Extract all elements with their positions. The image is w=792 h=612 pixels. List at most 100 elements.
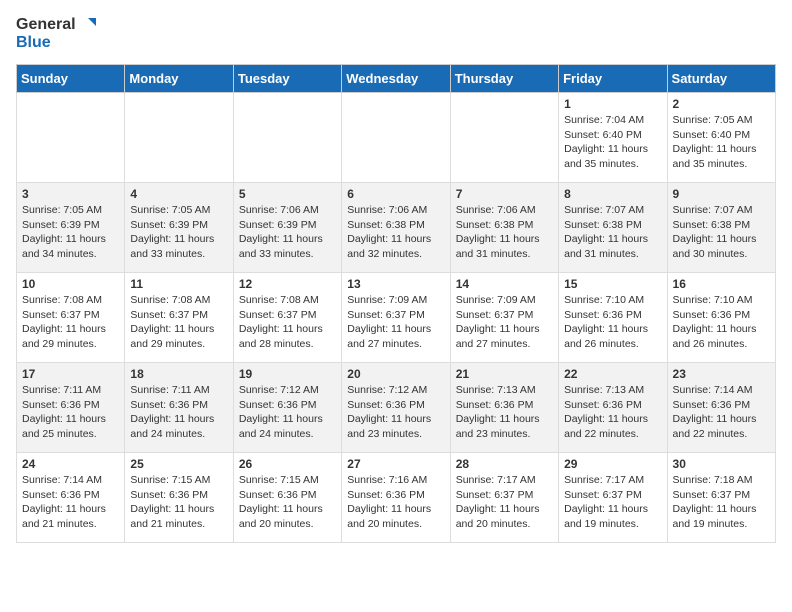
- day-info: Sunrise: 7:11 AM Sunset: 6:36 PM Dayligh…: [22, 383, 119, 442]
- calendar-table: SundayMondayTuesdayWednesdayThursdayFrid…: [16, 64, 776, 543]
- day-number: 9: [673, 187, 770, 201]
- day-header-tuesday: Tuesday: [233, 65, 341, 93]
- day-info: Sunrise: 7:16 AM Sunset: 6:36 PM Dayligh…: [347, 473, 444, 532]
- calendar-cell: 6 Sunrise: 7:06 AM Sunset: 6:38 PM Daylig…: [342, 183, 450, 273]
- day-info: Sunrise: 7:08 AM Sunset: 6:37 PM Dayligh…: [130, 293, 227, 352]
- day-info: Sunrise: 7:08 AM Sunset: 6:37 PM Dayligh…: [239, 293, 336, 352]
- calendar-header-row: SundayMondayTuesdayWednesdayThursdayFrid…: [17, 65, 776, 93]
- day-info: Sunrise: 7:04 AM Sunset: 6:40 PM Dayligh…: [564, 113, 661, 172]
- calendar-cell: 14Sunrise: 7:09 AM Sunset: 6:37 PM Dayli…: [450, 273, 558, 363]
- calendar-cell: 3Sunrise: 7:05 AM Sunset: 6:39 PM Daylig…: [17, 183, 125, 273]
- day-info: Sunrise: 7:14 AM Sunset: 6:36 PM Dayligh…: [22, 473, 119, 532]
- day-header-saturday: Saturday: [667, 65, 775, 93]
- day-info: Sunrise: 7:09 AM Sunset: 6:37 PM Dayligh…: [456, 293, 553, 352]
- day-info: Sunrise: 7:17 AM Sunset: 6:37 PM Dayligh…: [456, 473, 553, 532]
- day-number: 28: [456, 457, 553, 471]
- calendar-cell: 29 Sunrise: 7:17 AM Sunset: 6:37 PM Dayli…: [559, 453, 667, 543]
- calendar-cell: 18 Sunrise: 7:11 AM Sunset: 6:36 PM Dayli…: [125, 363, 233, 453]
- calendar-cell: 23Sunrise: 7:14 AM Sunset: 6:36 PM Dayli…: [667, 363, 775, 453]
- day-info: Sunrise: 7:06 AM Sunset: 6:38 PM Dayligh…: [347, 203, 444, 262]
- day-info: Sunrise: 7:12 AM Sunset: 6:36 PM Dayligh…: [347, 383, 444, 442]
- calendar-cell: [450, 93, 558, 183]
- calendar-cell: [342, 93, 450, 183]
- day-info: Sunrise: 7:06 AM Sunset: 6:39 PM Dayligh…: [239, 203, 336, 262]
- calendar-cell: 10 Sunrise: 7:08 AM Sunset: 6:37 PM Dayli…: [17, 273, 125, 363]
- calendar-cell: 25 Sunrise: 7:15 AM Sunset: 6:36 PM Dayli…: [125, 453, 233, 543]
- calendar-cell: 12Sunrise: 7:08 AM Sunset: 6:37 PM Dayli…: [233, 273, 341, 363]
- day-number: 11: [130, 277, 227, 291]
- day-number: 6: [347, 187, 444, 201]
- day-number: 13: [347, 277, 444, 291]
- calendar-week-4: 17 Sunrise: 7:11 AM Sunset: 6:36 PM Dayli…: [17, 363, 776, 453]
- day-info: Sunrise: 7:09 AM Sunset: 6:37 PM Dayligh…: [347, 293, 444, 352]
- day-number: 19: [239, 367, 336, 381]
- day-number: 15: [564, 277, 661, 291]
- calendar-week-3: 10 Sunrise: 7:08 AM Sunset: 6:37 PM Dayli…: [17, 273, 776, 363]
- page-header: General Blue: [16, 16, 776, 52]
- day-number: 7: [456, 187, 553, 201]
- calendar-week-2: 3 Sunrise: 7:05 AM Sunset: 6:39 PM Daylig…: [17, 183, 776, 273]
- day-header-wednesday: Wednesday: [342, 65, 450, 93]
- day-number: 17: [22, 367, 119, 381]
- day-number: 27: [347, 457, 444, 471]
- calendar-cell: 8 Sunrise: 7:07 AM Sunset: 6:38 PM Daylig…: [559, 183, 667, 273]
- day-info: Sunrise: 7:18 AM Sunset: 6:37 PM Dayligh…: [673, 473, 770, 532]
- calendar-cell: [125, 93, 233, 183]
- day-number: 29: [564, 457, 661, 471]
- day-number: 25: [130, 457, 227, 471]
- day-info: Sunrise: 7:13 AM Sunset: 6:36 PM Dayligh…: [564, 383, 661, 442]
- logo-text-blue: Blue: [16, 34, 51, 52]
- calendar-cell: 22Sunrise: 7:13 AM Sunset: 6:36 PM Dayli…: [559, 363, 667, 453]
- day-header-monday: Monday: [125, 65, 233, 93]
- day-number: 24: [22, 457, 119, 471]
- calendar-cell: 13 Sunrise: 7:09 AM Sunset: 6:37 PM Dayli…: [342, 273, 450, 363]
- day-info: Sunrise: 7:15 AM Sunset: 6:36 PM Dayligh…: [239, 473, 336, 532]
- logo-text-general: General: [16, 16, 76, 34]
- calendar-cell: 7Sunrise: 7:06 AM Sunset: 6:38 PM Daylig…: [450, 183, 558, 273]
- day-number: 8: [564, 187, 661, 201]
- calendar-cell: 5 Sunrise: 7:06 AM Sunset: 6:39 PM Daylig…: [233, 183, 341, 273]
- calendar-cell: 26 Sunrise: 7:15 AM Sunset: 6:36 PM Dayli…: [233, 453, 341, 543]
- day-number: 23: [673, 367, 770, 381]
- calendar-cell: 27 Sunrise: 7:16 AM Sunset: 6:36 PM Dayli…: [342, 453, 450, 543]
- day-number: 20: [347, 367, 444, 381]
- day-number: 30: [673, 457, 770, 471]
- calendar-cell: 1 Sunrise: 7:04 AM Sunset: 6:40 PM Daylig…: [559, 93, 667, 183]
- calendar-cell: 21Sunrise: 7:13 AM Sunset: 6:36 PM Dayli…: [450, 363, 558, 453]
- calendar-cell: 30 Sunrise: 7:18 AM Sunset: 6:37 PM Dayli…: [667, 453, 775, 543]
- calendar-cell: [17, 93, 125, 183]
- day-number: 3: [22, 187, 119, 201]
- day-header-sunday: Sunday: [17, 65, 125, 93]
- calendar-cell: 2 Sunrise: 7:05 AM Sunset: 6:40 PM Daylig…: [667, 93, 775, 183]
- day-info: Sunrise: 7:11 AM Sunset: 6:36 PM Dayligh…: [130, 383, 227, 442]
- day-number: 26: [239, 457, 336, 471]
- day-info: Sunrise: 7:05 AM Sunset: 6:39 PM Dayligh…: [130, 203, 227, 262]
- day-info: Sunrise: 7:07 AM Sunset: 6:38 PM Dayligh…: [673, 203, 770, 262]
- day-number: 18: [130, 367, 227, 381]
- day-number: 10: [22, 277, 119, 291]
- calendar-cell: 17 Sunrise: 7:11 AM Sunset: 6:36 PM Dayli…: [17, 363, 125, 453]
- day-info: Sunrise: 7:08 AM Sunset: 6:37 PM Dayligh…: [22, 293, 119, 352]
- day-info: Sunrise: 7:10 AM Sunset: 6:36 PM Dayligh…: [564, 293, 661, 352]
- calendar-cell: 16Sunrise: 7:10 AM Sunset: 6:36 PM Dayli…: [667, 273, 775, 363]
- day-number: 21: [456, 367, 553, 381]
- day-info: Sunrise: 7:05 AM Sunset: 6:40 PM Dayligh…: [673, 113, 770, 172]
- day-number: 2: [673, 97, 770, 111]
- day-header-thursday: Thursday: [450, 65, 558, 93]
- calendar-cell: 9 Sunrise: 7:07 AM Sunset: 6:38 PM Daylig…: [667, 183, 775, 273]
- calendar-cell: 4Sunrise: 7:05 AM Sunset: 6:39 PM Daylig…: [125, 183, 233, 273]
- day-number: 16: [673, 277, 770, 291]
- day-info: Sunrise: 7:17 AM Sunset: 6:37 PM Dayligh…: [564, 473, 661, 532]
- calendar-cell: 19 Sunrise: 7:12 AM Sunset: 6:36 PM Dayli…: [233, 363, 341, 453]
- day-info: Sunrise: 7:12 AM Sunset: 6:36 PM Dayligh…: [239, 383, 336, 442]
- day-info: Sunrise: 7:07 AM Sunset: 6:38 PM Dayligh…: [564, 203, 661, 262]
- calendar-cell: 20 Sunrise: 7:12 AM Sunset: 6:36 PM Dayli…: [342, 363, 450, 453]
- calendar-cell: 24 Sunrise: 7:14 AM Sunset: 6:36 PM Dayli…: [17, 453, 125, 543]
- day-info: Sunrise: 7:15 AM Sunset: 6:36 PM Dayligh…: [130, 473, 227, 532]
- calendar-cell: 11 Sunrise: 7:08 AM Sunset: 6:37 PM Dayli…: [125, 273, 233, 363]
- calendar-cell: 28 Sunrise: 7:17 AM Sunset: 6:37 PM Dayli…: [450, 453, 558, 543]
- day-number: 5: [239, 187, 336, 201]
- logo: General Blue: [16, 16, 96, 52]
- logo-triangle-icon: [78, 16, 96, 34]
- day-number: 1: [564, 97, 661, 111]
